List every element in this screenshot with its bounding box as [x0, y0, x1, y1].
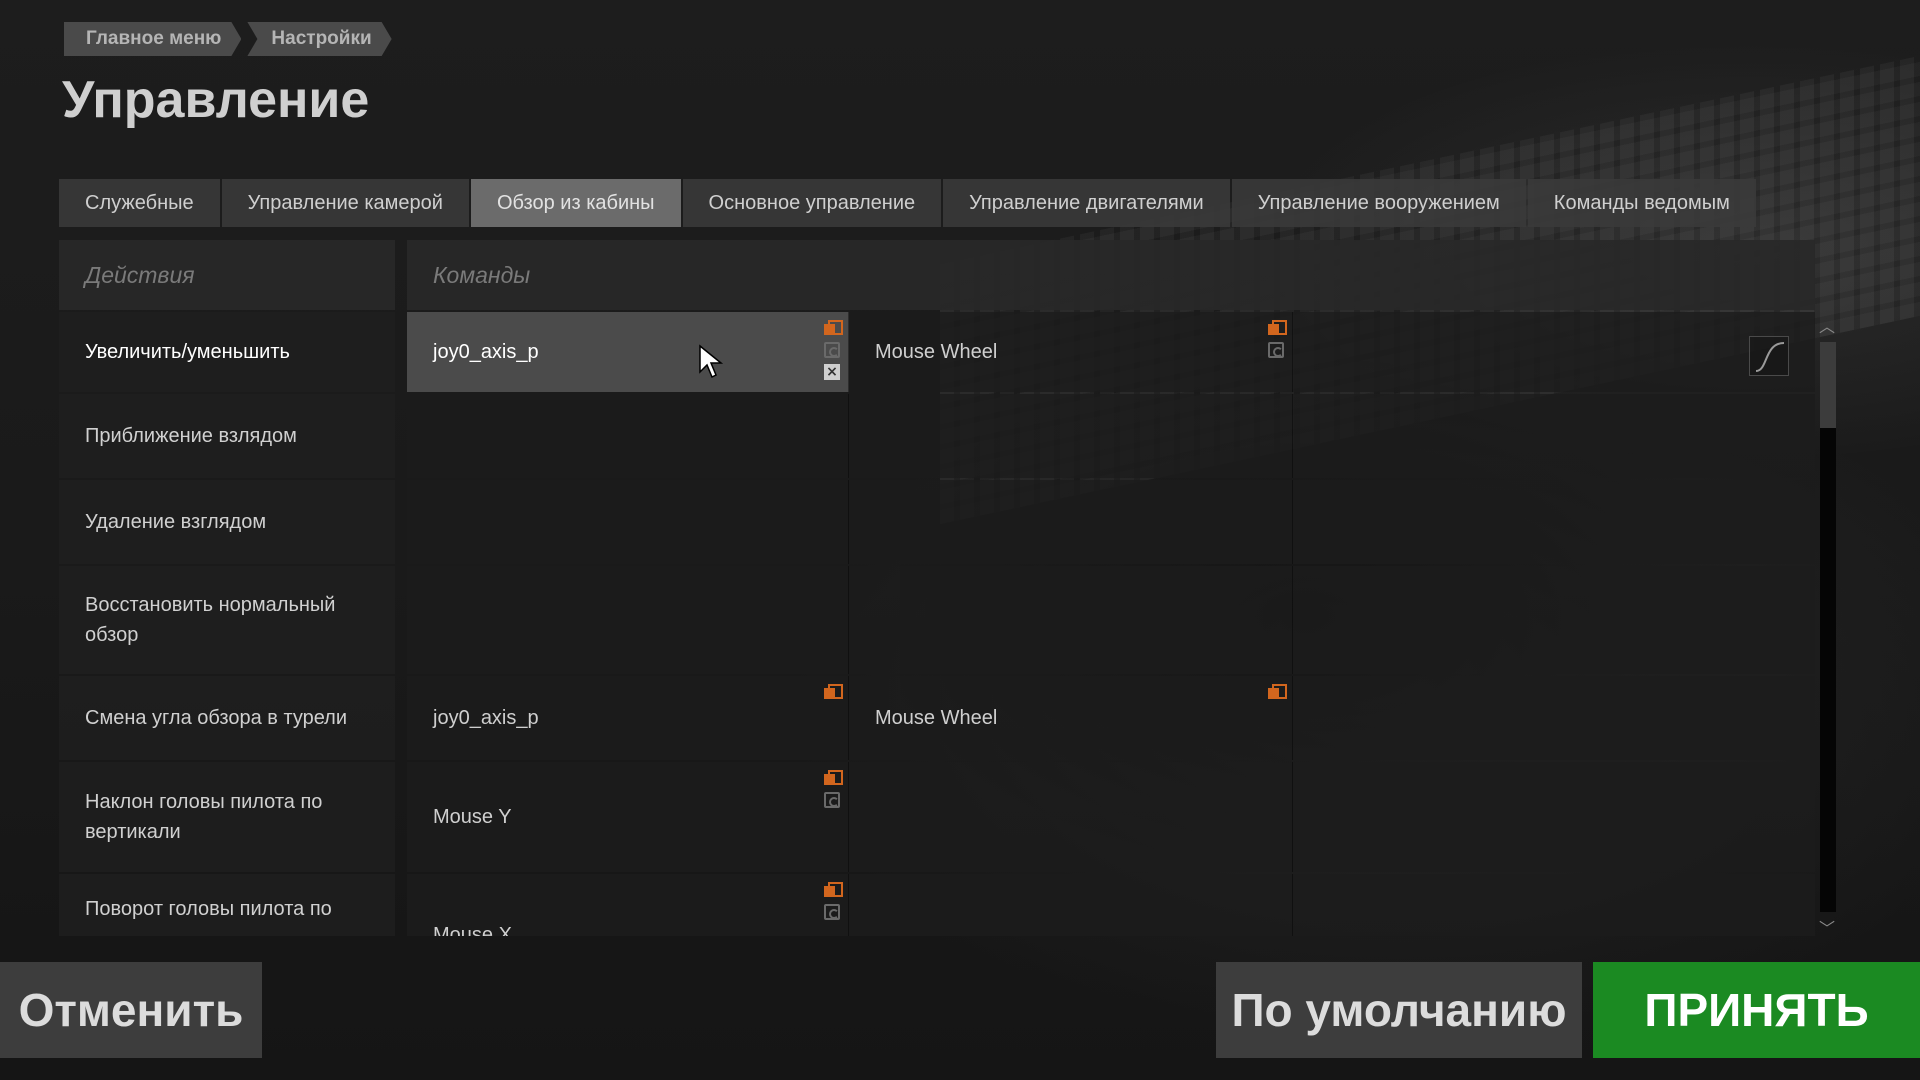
tab-cockpit-view[interactable]: Обзор из кабины [470, 179, 681, 227]
binding-value: Mouse Wheel [875, 340, 998, 363]
binding-slot-2[interactable] [849, 480, 1293, 564]
controls-table: Действия Команды Увеличить/уменьшить joy… [59, 240, 1815, 936]
tab-bar: Служебные Управление камерой Обзор из ка… [59, 179, 1758, 227]
tab-camera-control[interactable]: Управление камерой [221, 179, 469, 227]
binding-value: Mouse Y [433, 805, 512, 828]
binding-value: joy0_axis_p [433, 706, 539, 729]
table-row: Восстановить нормальный обзор [59, 566, 1815, 674]
binding-slot-3[interactable] [1293, 566, 1815, 674]
action-label[interactable]: Приближение взлядом [59, 394, 395, 478]
action-label[interactable]: Наклон головы пилота по вертикали [59, 762, 395, 872]
binding-slot-2[interactable]: Mouse Wheel [849, 676, 1293, 760]
invert-icon[interactable] [824, 342, 840, 358]
tab-wingman-commands[interactable]: Команды ведомым [1527, 179, 1756, 227]
tab-service[interactable]: Служебные [59, 179, 220, 227]
binding-slot-2[interactable] [849, 874, 1293, 936]
invert-icon[interactable] [1268, 342, 1284, 358]
binding-slot-1[interactable]: joy0_axis_p [407, 676, 849, 760]
binding-slot-3[interactable] [1293, 676, 1815, 760]
action-label[interactable]: Увеличить/уменьшить [59, 312, 395, 392]
copy-icon[interactable] [1268, 320, 1287, 336]
binding-value: joy0_axis_p [433, 340, 539, 363]
breadcrumb: Главное меню Настройки [64, 22, 398, 56]
binding-slot-2[interactable] [849, 566, 1293, 674]
binding-slot-2[interactable]: Mouse Wheel [849, 312, 1293, 392]
binding-slot-1[interactable]: Mouse Y [407, 762, 849, 872]
binding-slot-2[interactable] [849, 394, 1293, 478]
breadcrumb-settings[interactable]: Настройки [247, 22, 391, 56]
breadcrumb-main-menu[interactable]: Главное меню [64, 22, 241, 56]
chevron-up-icon[interactable]: ︿ [1818, 318, 1836, 336]
invert-icon[interactable] [824, 792, 840, 808]
table-row: Смена угла обзора в турели joy0_axis_p M… [59, 676, 1815, 760]
copy-icon[interactable] [824, 684, 843, 700]
copy-icon[interactable] [1268, 684, 1287, 700]
mouse-cursor-icon [699, 344, 724, 379]
axis-curve-icon[interactable] [1749, 336, 1789, 376]
binding-slot-1[interactable] [407, 566, 849, 674]
binding-slot-1[interactable] [407, 480, 849, 564]
binding-value: Mouse Wheel [875, 706, 998, 729]
table-rows: Увеличить/уменьшить joy0_axis_p × Mouse … [59, 312, 1815, 936]
action-label[interactable]: Удаление взглядом [59, 480, 395, 564]
binding-slot-3[interactable] [1293, 874, 1815, 936]
invert-icon[interactable] [824, 904, 840, 920]
scroll-thumb[interactable] [1820, 342, 1836, 428]
copy-icon[interactable] [824, 320, 843, 336]
table-row: Удаление взглядом [59, 480, 1815, 564]
header-commands: Команды [407, 240, 1815, 310]
tab-weapon-control[interactable]: Управление вооружением [1231, 179, 1526, 227]
header-actions: Действия [59, 240, 395, 310]
table-row: Поворот головы пилота по Mouse X [59, 874, 1815, 936]
action-label[interactable]: Поворот головы пилота по [59, 874, 395, 936]
table-row: Увеличить/уменьшить joy0_axis_p × Mouse … [59, 312, 1815, 392]
binding-slot-1[interactable]: joy0_axis_p × [407, 312, 849, 392]
binding-slot-2[interactable] [849, 762, 1293, 872]
action-label[interactable]: Смена угла обзора в турели [59, 676, 395, 760]
cancel-button[interactable]: Отменить [0, 962, 262, 1058]
action-label[interactable]: Восстановить нормальный обзор [59, 566, 395, 674]
copy-icon[interactable] [824, 882, 843, 898]
tab-main-control[interactable]: Основное управление [682, 179, 942, 227]
binding-slot-3[interactable] [1293, 480, 1815, 564]
binding-value: Mouse X [433, 924, 512, 936]
binding-slot-3[interactable] [1293, 312, 1815, 392]
page-title: Управление [62, 71, 370, 129]
binding-slot-1[interactable] [407, 394, 849, 478]
reset-defaults-button[interactable]: По умолчанию [1216, 962, 1582, 1058]
binding-slot-3[interactable] [1293, 394, 1815, 478]
binding-slot-3[interactable] [1293, 762, 1815, 872]
binding-slot-1[interactable]: Mouse X [407, 874, 849, 936]
clear-icon[interactable]: × [824, 364, 840, 380]
table-row: Приближение взлядом [59, 394, 1815, 478]
table-row: Наклон головы пилота по вертикали Mouse … [59, 762, 1815, 872]
table-header: Действия Команды [59, 240, 1815, 310]
scrollbar[interactable]: ︿ ﹀ [1818, 318, 1836, 938]
chevron-down-icon[interactable]: ﹀ [1818, 920, 1836, 938]
accept-button[interactable]: ПРИНЯТЬ [1593, 962, 1920, 1058]
tab-engine-control[interactable]: Управление двигателями [943, 179, 1230, 227]
copy-icon[interactable] [824, 770, 843, 786]
